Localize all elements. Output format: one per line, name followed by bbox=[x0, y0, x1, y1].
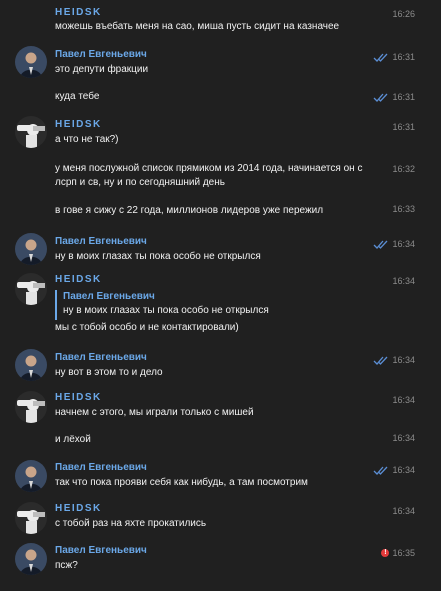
message-meta: 16:33 bbox=[392, 202, 415, 216]
message-text: у меня послужной список прямиком из 2014… bbox=[55, 163, 363, 174]
sender-name[interactable]: HEIDSK bbox=[55, 119, 102, 131]
sender-name[interactable]: HEIDSK bbox=[55, 7, 102, 19]
quote-text: ну в моих глазах ты пока особо не открыл… bbox=[63, 305, 269, 316]
sender-name[interactable]: HEIDSK bbox=[55, 503, 102, 515]
message-meta: 16:34 bbox=[373, 237, 415, 251]
message-text: куда тебе bbox=[55, 91, 100, 102]
message-time: 16:33 bbox=[392, 204, 415, 214]
message-time: 16:31 bbox=[392, 92, 415, 102]
message-time: 16:31 bbox=[392, 52, 415, 62]
message-text: ну в моих глазах ты пока особо не открыл… bbox=[55, 251, 261, 262]
double-check-icon bbox=[374, 240, 388, 249]
message[interactable]: у меня послужной список прямиком из 2014… bbox=[55, 162, 441, 190]
message[interactable]: ну вот в этом то и дело 16:34 bbox=[55, 355, 441, 382]
message[interactable]: это депути фракции 16:31 bbox=[55, 52, 441, 79]
message-text: мы с тобой особо и не контактировали) bbox=[55, 322, 239, 333]
message-text: и лёхой bbox=[55, 434, 91, 445]
avatar[interactable] bbox=[15, 460, 47, 492]
chat-history: HEIDSK можешь въебать меня на сао, миша … bbox=[0, 0, 441, 591]
message-meta: 16:26 bbox=[392, 7, 415, 21]
message-time: 16:34 bbox=[392, 433, 415, 443]
message[interactable]: можешь въебать меня на сао, миша пусть с… bbox=[55, 9, 441, 36]
message-time: 16:32 bbox=[392, 164, 415, 174]
message-text: с тобой раз на яхте прокатились bbox=[55, 518, 207, 529]
message[interactable]: куда тебе 16:31 bbox=[55, 90, 441, 106]
avatar[interactable] bbox=[15, 116, 47, 148]
message-time: 16:34 bbox=[392, 276, 415, 286]
message-meta: 16:34 bbox=[392, 431, 415, 445]
error-icon[interactable]: ! bbox=[381, 549, 390, 557]
message-meta: 16:34 bbox=[392, 274, 415, 288]
message-meta: 16:34 bbox=[392, 393, 415, 407]
message-text: в гове я сижу с 22 года, миллионов лидер… bbox=[55, 205, 324, 216]
message-meta: ! 16:35 bbox=[381, 546, 415, 560]
message-meta: 16:32 bbox=[392, 162, 415, 176]
reply-quote[interactable]: Павел Евгеньевич ну в моих глазах ты пок… bbox=[55, 290, 269, 320]
sender-name[interactable]: Павел Евгеньевич bbox=[55, 352, 147, 364]
sender-name[interactable]: Павел Евгеньевич bbox=[55, 49, 147, 61]
message-time: 16:34 bbox=[392, 506, 415, 516]
sender-name[interactable]: HEIDSK bbox=[55, 274, 102, 286]
message-meta: 16:31 bbox=[392, 120, 415, 134]
message-text: начнем с этого, мы играли только с мишей bbox=[55, 407, 254, 418]
sender-name[interactable]: HEIDSK bbox=[55, 392, 102, 404]
message-text: так что пока прояви себя как нибудь, а т… bbox=[55, 477, 308, 488]
quote-sender: Павел Евгеньевич bbox=[63, 291, 155, 302]
message-text: псж? bbox=[55, 560, 78, 571]
message[interactable]: и лёхой 16:34 bbox=[55, 433, 441, 449]
message-text: можешь въебать меня на сао, миша пусть с… bbox=[55, 21, 340, 32]
double-check-icon bbox=[374, 356, 388, 365]
message-text: а что не так?) bbox=[55, 134, 119, 145]
message-time: 16:26 bbox=[392, 9, 415, 19]
message-time: 16:34 bbox=[392, 355, 415, 365]
avatar[interactable] bbox=[15, 233, 47, 265]
message[interactable]: так что пока прояви себя как нибудь, а т… bbox=[55, 465, 441, 492]
avatar[interactable] bbox=[15, 46, 47, 78]
double-check-icon bbox=[374, 466, 388, 475]
sender-name[interactable]: Павел Евгеньевич bbox=[55, 236, 147, 248]
message-meta: 16:34 bbox=[373, 463, 415, 477]
message-meta: 16:31 bbox=[373, 50, 415, 64]
message-time: 16:34 bbox=[392, 239, 415, 249]
message-text-continued: лсрп и св, ну и по сегодняшний день bbox=[55, 177, 225, 188]
message-meta: 16:31 bbox=[373, 90, 415, 104]
message-meta: 16:34 bbox=[373, 353, 415, 367]
message[interactable]: ну в моих глазах ты пока особо не открыл… bbox=[55, 239, 441, 266]
avatar[interactable] bbox=[15, 502, 47, 534]
message-text: это депути фракции bbox=[55, 64, 149, 75]
message-time: 16:31 bbox=[392, 122, 415, 132]
avatar[interactable] bbox=[15, 349, 47, 381]
avatar[interactable] bbox=[15, 391, 47, 423]
message-text: ну вот в этом то и дело bbox=[55, 367, 163, 378]
message-time: 16:34 bbox=[392, 395, 415, 405]
message[interactable]: а что не так?) 16:31 bbox=[55, 122, 441, 149]
message-time: 16:34 bbox=[392, 465, 415, 475]
message[interactable]: начнем с этого, мы играли только с мишей… bbox=[55, 395, 441, 422]
avatar[interactable] bbox=[15, 543, 47, 575]
double-check-icon bbox=[374, 53, 388, 62]
message[interactable]: в гове я сижу с 22 года, миллионов лидер… bbox=[55, 204, 441, 220]
sender-name[interactable]: Павел Евгеньевич bbox=[55, 462, 147, 474]
message[interactable]: с тобой раз на яхте прокатились 16:34 bbox=[55, 506, 441, 533]
message[interactable]: псж? ! 16:35 bbox=[55, 548, 441, 575]
message-time: 16:35 bbox=[392, 548, 415, 558]
avatar[interactable] bbox=[15, 273, 47, 305]
double-check-icon bbox=[374, 93, 388, 102]
message-meta: 16:34 bbox=[392, 504, 415, 518]
message[interactable]: мы с тобой особо и не контактировали) bbox=[55, 321, 441, 337]
sender-name[interactable]: Павел Евгеньевич bbox=[55, 545, 147, 557]
